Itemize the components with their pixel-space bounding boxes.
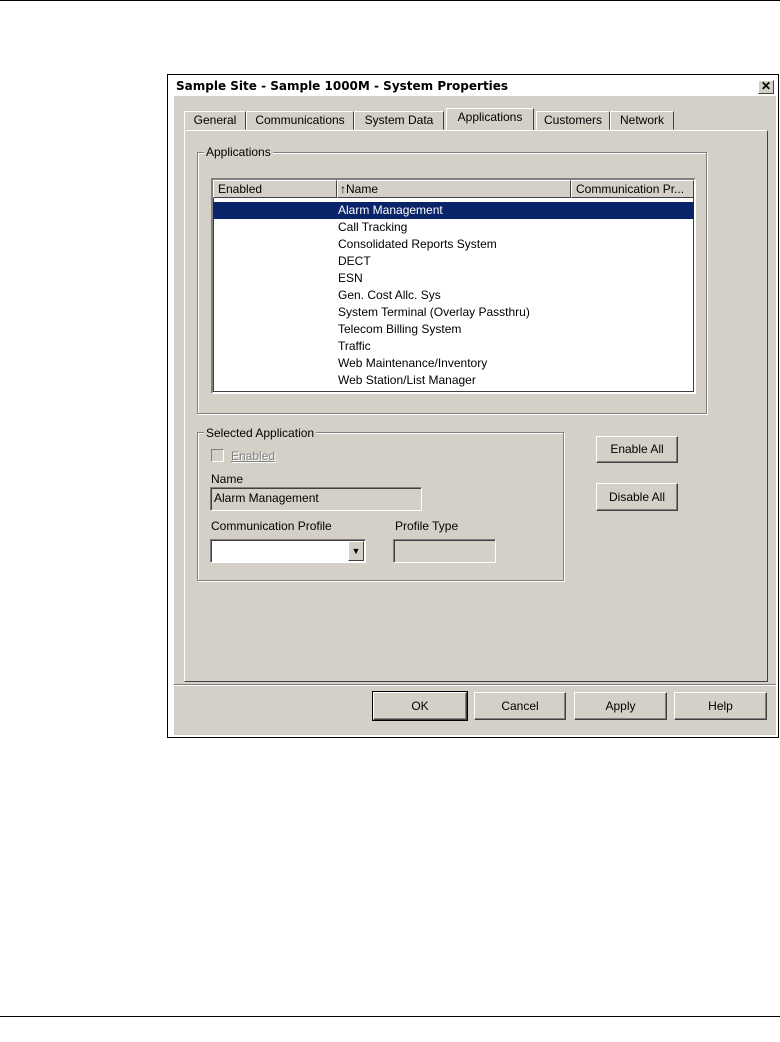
tab-customers[interactable]: Customers <box>536 111 610 130</box>
list-item[interactable]: Call Tracking <box>213 219 694 236</box>
list-item[interactable]: Traffic <box>213 338 694 355</box>
close-button[interactable]: ✕ <box>758 80 774 94</box>
tab-general[interactable]: General <box>184 111 246 130</box>
page-top-rule <box>0 0 780 1</box>
page-bottom-rule <box>0 1016 780 1017</box>
ok-button[interactable]: OK <box>372 691 468 721</box>
list-item[interactable]: ESN <box>213 270 694 287</box>
chevron-down-icon[interactable]: ▼ <box>348 541 364 561</box>
applications-list[interactable]: Enabled ↑Name Communication Pr... Alarm … <box>211 178 696 394</box>
tab-network[interactable]: Network <box>610 111 674 130</box>
window-title: Sample Site - Sample 1000M - System Prop… <box>176 79 509 93</box>
list-item[interactable]: System Terminal (Overlay Passthru) <box>213 304 694 321</box>
cancel-button[interactable]: Cancel <box>474 692 566 720</box>
applications-group-legend: Applications <box>204 145 273 159</box>
enabled-checkbox[interactable] <box>211 449 224 462</box>
profile-type-label: Profile Type <box>395 519 459 533</box>
column-header-name[interactable]: ↑Name <box>337 180 571 198</box>
column-header-enabled[interactable]: Enabled <box>213 180 337 198</box>
list-item[interactable]: Web Station/List Manager <box>213 372 694 389</box>
list-item[interactable]: Consolidated Reports System <box>213 236 694 253</box>
list-item[interactable]: Web Maintenance/Inventory <box>213 355 694 372</box>
tab-communications[interactable]: Communications <box>246 111 354 130</box>
enable-all-button[interactable]: Enable All <box>596 436 678 463</box>
apply-button[interactable]: Apply <box>574 692 667 720</box>
footer-separator-highlight <box>174 685 776 686</box>
title-bar[interactable]: Sample Site - Sample 1000M - System Prop… <box>174 78 776 96</box>
name-label: Name <box>211 472 244 486</box>
communication-profile-label: Communication Profile <box>211 519 332 533</box>
communication-profile-select[interactable]: ▼ <box>210 539 366 563</box>
disable-all-button[interactable]: Disable All <box>596 483 678 511</box>
tab-applications[interactable]: Applications <box>446 108 534 130</box>
tab-system-data[interactable]: System Data <box>354 111 444 130</box>
selected-application-legend: Selected Application <box>204 426 317 440</box>
enabled-checkbox-label: Enabled <box>231 449 276 463</box>
close-icon: ✕ <box>760 79 772 93</box>
list-item[interactable]: Alarm Management <box>213 202 694 219</box>
list-item[interactable]: DECT <box>213 253 694 270</box>
name-field: Alarm Management <box>210 487 422 511</box>
list-item[interactable]: Gen. Cost Allc. Sys <box>213 287 694 304</box>
help-button[interactable]: Help <box>674 692 767 720</box>
column-header-communication-profile[interactable]: Communication Pr... <box>571 180 694 198</box>
list-item[interactable]: Telecom Billing System <box>213 321 694 338</box>
profile-type-field <box>393 539 496 563</box>
